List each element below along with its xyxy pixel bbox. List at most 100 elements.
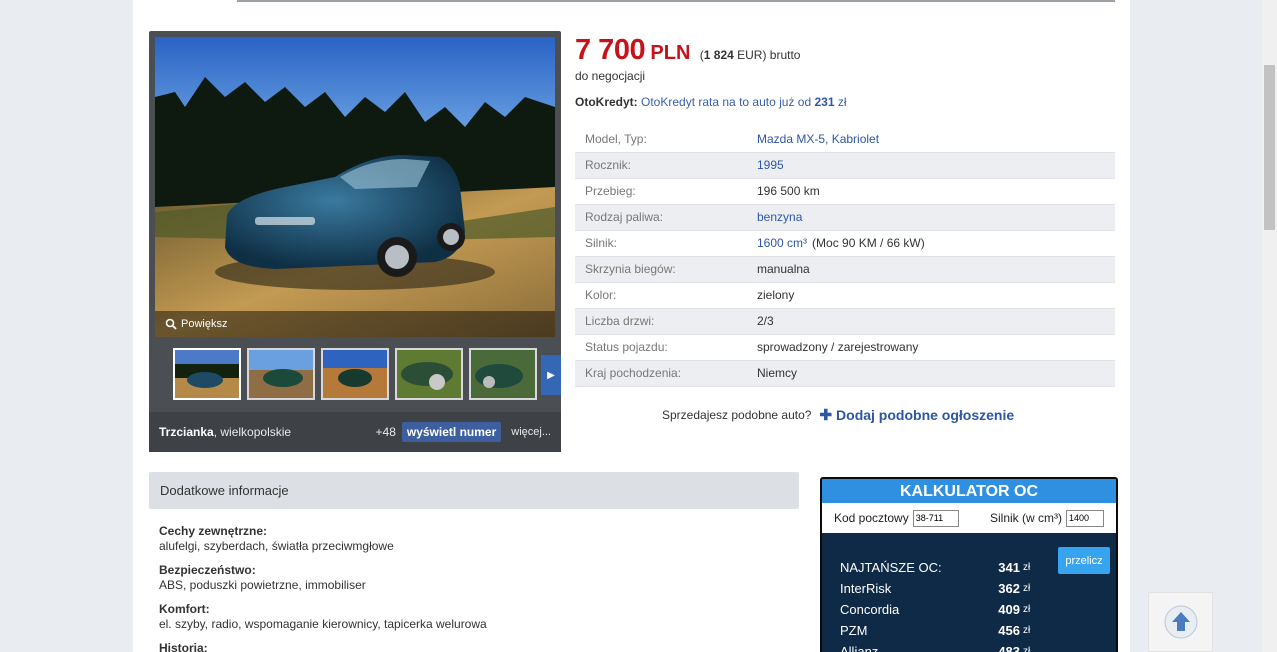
oc-calculator-title: KALKULATOR OC xyxy=(822,479,1116,503)
spec-value-cell: sprowadzony / zarejestrowany xyxy=(747,334,1115,361)
spec-row: Rocznik: 1995 xyxy=(575,152,1115,179)
thumbnail[interactable] xyxy=(173,348,241,400)
car-photo-image xyxy=(155,37,555,337)
main-photo[interactable]: Powiększ xyxy=(155,37,555,337)
thumbnail-next-arrow-icon[interactable]: ▶ xyxy=(541,355,561,395)
spec-value-cell: zielony xyxy=(747,282,1115,309)
insurer-name: Allianz xyxy=(840,644,879,652)
more-link[interactable]: więcej... xyxy=(511,426,551,438)
spec-row: Rodzaj paliwa: benzyna xyxy=(575,204,1115,231)
spec-label: Model, Typ: xyxy=(575,126,747,153)
info-group: Bezpieczeństwo: ABS, poduszki powietrzne,… xyxy=(159,563,789,592)
zoom-bar[interactable]: Powiększ xyxy=(155,311,555,337)
tab-strip-line xyxy=(149,0,1115,2)
insurer-name: Concordia xyxy=(840,602,900,617)
insurer-name: InterRisk xyxy=(840,581,892,596)
engine-label: Silnik (w cm³) xyxy=(990,511,1062,525)
additional-info-header: Dodatkowe informacje xyxy=(149,472,799,509)
show-number-button[interactable]: wyświetl numer xyxy=(401,422,502,442)
info-group: Historia: xyxy=(159,641,789,652)
spec-label: Skrzynia biegów: xyxy=(575,256,747,283)
insurer-price: 341 xyxy=(998,560,1020,575)
price-currency: PLN xyxy=(650,42,691,64)
info-group-title: Komfort: xyxy=(159,602,210,616)
page-scrollbar[interactable] xyxy=(1262,0,1277,652)
oc-price-row: InterRisk 362 zł xyxy=(840,578,1040,599)
spec-label: Rocznik: xyxy=(575,152,747,179)
spec-value-cell: Niemcy xyxy=(747,360,1115,387)
insurer-price: 362 xyxy=(998,581,1020,596)
insurer-price: 456 xyxy=(998,623,1020,638)
thumbnail[interactable] xyxy=(247,348,315,400)
spec-value: sprowadzony / zarejestrowany xyxy=(757,340,919,354)
info-group-value: alufelgi, szyberdach, światła przeciwmgł… xyxy=(159,539,394,553)
scrollbar-thumb[interactable] xyxy=(1264,65,1275,230)
page-content: Powiększ ▶ Trzcianka , wielkopolskie +48… xyxy=(133,0,1130,652)
specs-table: Model, Typ: Mazda MX-5, Kabriolet Rocznik:… xyxy=(575,126,1115,387)
oc-price-row: NAJTAŃSZE OC: 341 zł xyxy=(840,557,1040,578)
thumbnail-image xyxy=(397,350,461,398)
spec-value-cell: Mazda MX-5, Kabriolet xyxy=(747,126,1115,153)
postal-code-input[interactable] xyxy=(912,509,959,527)
currency-label: zł xyxy=(1023,646,1031,652)
spec-row: Model, Typ: Mazda MX-5, Kabriolet xyxy=(575,126,1115,153)
info-group: Cechy zewnętrzne: alufelgi, szyberdach, ś… xyxy=(159,524,789,553)
scroll-to-top-button[interactable] xyxy=(1148,592,1213,652)
spec-value: 2/3 xyxy=(757,314,774,328)
spec-value: 196 500 km xyxy=(757,184,820,198)
spec-label: Rodzaj paliwa: xyxy=(575,204,747,231)
spec-value-cell: 1600 cm³ (Moc 90 KM / 66 kW) xyxy=(747,230,1115,257)
phone-prefix: +48 xyxy=(375,425,396,439)
thumbnail[interactable] xyxy=(321,348,389,400)
price-block: 7 700 PLN (1 824 EUR) brutto do negocjac… xyxy=(575,34,847,109)
phone-section: +48 wyświetl numer więcej... xyxy=(376,422,551,442)
info-group-value: ABS, poduszki powietrzne, immobiliser xyxy=(159,578,366,592)
photo-gallery: Powiększ ▶ Trzcianka , wielkopolskie +48… xyxy=(149,31,561,452)
spec-row: Kraj pochodzenia: Niemcy xyxy=(575,360,1115,387)
location-bar: Trzcianka , wielkopolskie +48 wyświetl n… xyxy=(149,412,561,452)
credit-line: OtoKredyt: OtoKredyt rata na to auto już… xyxy=(575,95,847,109)
thumbnail-image xyxy=(175,350,239,398)
currency-label: zł xyxy=(1023,625,1031,636)
spec-value[interactable]: 1600 cm³ xyxy=(757,236,807,250)
spec-label: Silnik: xyxy=(575,230,747,257)
magnifier-icon xyxy=(165,318,177,330)
oc-price-row: Concordia 409 zł xyxy=(840,599,1040,620)
currency-label: zł xyxy=(1023,583,1031,594)
spec-row: Silnik: 1600 cm³ (Moc 90 KM / 66 kW) xyxy=(575,230,1115,257)
postal-code-label: Kod pocztowy xyxy=(834,511,909,525)
spec-row: Skrzynia biegów: manualna xyxy=(575,256,1115,283)
add-similar-link[interactable]: ✚ Dodaj podobne ogłoszenie xyxy=(819,406,1014,424)
thumbnail-image xyxy=(471,350,535,398)
thumbnail[interactable] xyxy=(395,348,463,400)
oc-price-row: PZM 456 zł xyxy=(840,620,1040,641)
price-amount: 7 700 xyxy=(575,34,646,66)
insurer-name: NAJTAŃSZE OC: xyxy=(840,560,942,575)
currency-label: zł xyxy=(1023,604,1031,615)
spec-value-cell: manualna xyxy=(747,256,1115,283)
info-group: Komfort: el. szyby, radio, wspomaganie ki… xyxy=(159,602,789,631)
spec-value-cell: 2/3 xyxy=(747,308,1115,335)
thumbnail[interactable] xyxy=(469,348,537,400)
spec-label: Kraj pochodzenia: xyxy=(575,360,747,387)
info-group-title: Cechy zewnętrzne: xyxy=(159,524,268,538)
engine-input[interactable] xyxy=(1066,509,1104,527)
spec-value[interactable]: 1995 xyxy=(757,158,784,172)
active-tab-gap xyxy=(149,0,237,2)
recalculate-button[interactable]: przelicz xyxy=(1058,547,1110,574)
oc-calculator: KALKULATOR OC Kod pocztowy Silnik (w cm³… xyxy=(820,477,1118,652)
thumbnail-strip xyxy=(173,348,537,400)
arrow-up-icon xyxy=(1164,605,1197,639)
spec-label: Status pojazdu: xyxy=(575,334,747,361)
spec-row: Liczba drzwi: 2/3 xyxy=(575,308,1115,335)
spec-value[interactable]: Mazda MX-5, Kabriolet xyxy=(757,132,879,146)
credit-link[interactable]: OtoKredyt rata na to auto już od 231 zł xyxy=(641,95,847,109)
thumbnail-image xyxy=(323,350,387,398)
spec-value[interactable]: benzyna xyxy=(757,210,802,224)
spec-value: Niemcy xyxy=(757,366,798,380)
insurer-price: 409 xyxy=(998,602,1020,617)
location-city: Trzcianka xyxy=(159,425,214,439)
insurer-price: 483 xyxy=(998,644,1020,652)
spec-label: Kolor: xyxy=(575,282,747,309)
price-eur: (1 824 EUR) brutto xyxy=(699,48,801,62)
